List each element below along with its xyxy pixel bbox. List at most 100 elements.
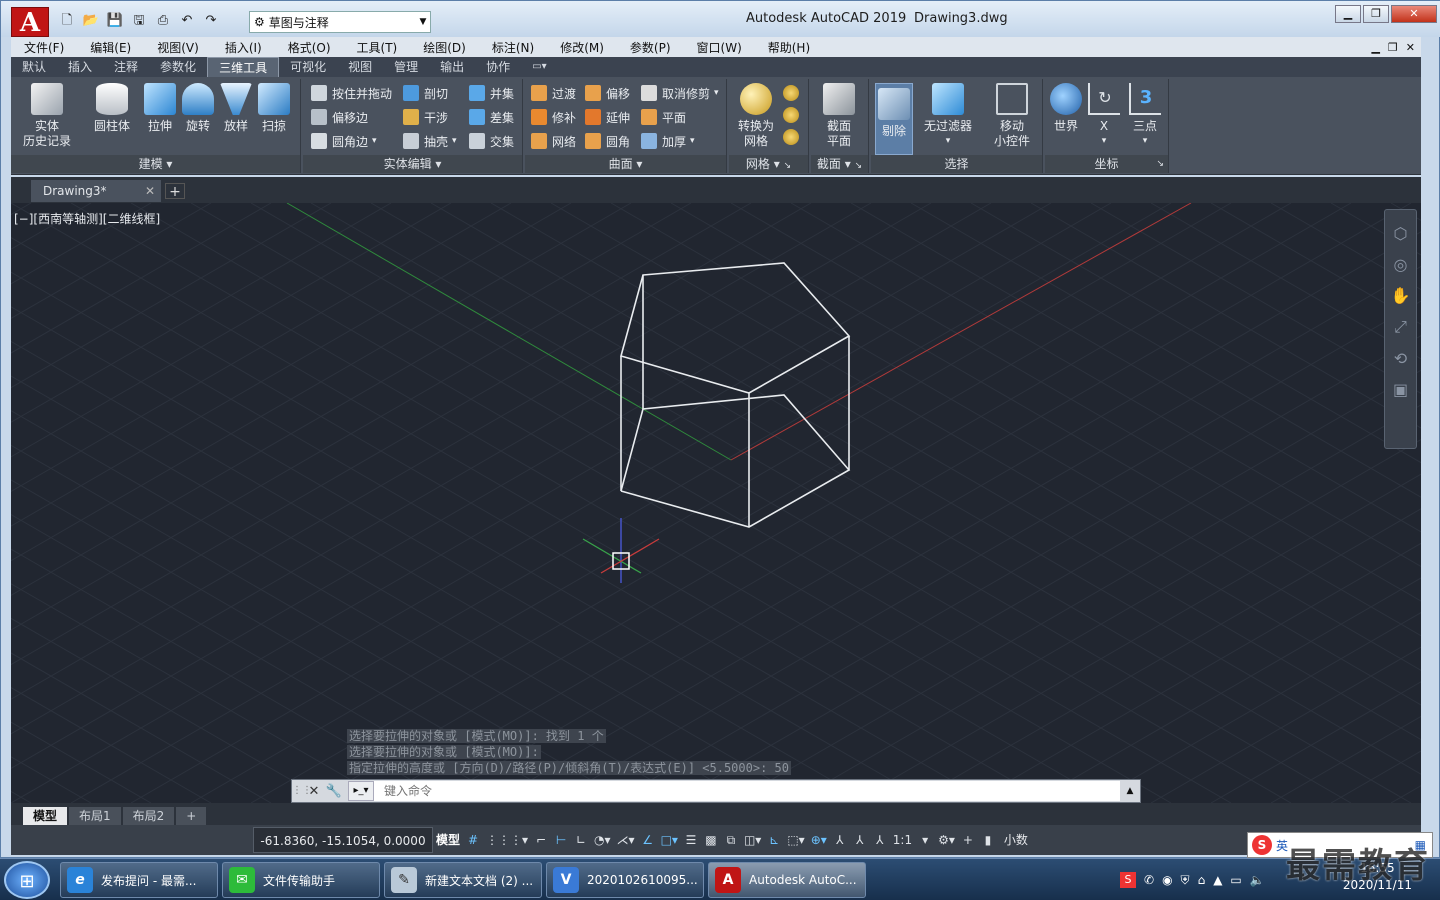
selection-cycling-icon[interactable]: ⧉ [721, 828, 741, 852]
ortho-icon[interactable]: ∟ [571, 828, 591, 852]
loft-button[interactable]: 放样 [215, 83, 257, 134]
network-tray-icon[interactable]: ⌂ [1198, 873, 1206, 887]
subtract-button[interactable]: 差集 [469, 107, 514, 127]
surface-fillet-button[interactable]: 圆角 [585, 131, 630, 151]
ucs-world-button[interactable]: 世界 [1047, 83, 1085, 134]
thicken-button[interactable]: 加厚 ▾ [641, 131, 695, 151]
slice-button[interactable]: 剖切 [403, 83, 448, 103]
tab-default[interactable]: 默认 [11, 57, 57, 77]
wrench-icon[interactable]: 🔧 [324, 784, 344, 799]
convert-to-mesh-button[interactable]: 转换为 网格 [733, 83, 779, 149]
offset-edge-button[interactable]: 偏移边 [311, 107, 368, 127]
menu-insert[interactable]: 插入(I) [212, 39, 275, 56]
nvidia-tray-icon[interactable]: ▲ [1213, 873, 1222, 887]
pan-hand-icon[interactable]: ✋ [1391, 286, 1411, 305]
doc-minimize-icon[interactable]: ▁ [1371, 41, 1379, 54]
annotation-scale-icon[interactable]: ⅄ [870, 828, 890, 852]
doc-close-icon[interactable]: ✕ [1406, 41, 1415, 54]
panel-title-coordinates[interactable]: 坐标 ↘ [1045, 155, 1168, 173]
start-button[interactable]: ⊞ [4, 861, 50, 899]
steering-wheel-icon[interactable]: ◎ [1394, 255, 1408, 274]
close-command-icon[interactable]: ✕ [304, 784, 324, 799]
tab-parametric[interactable]: 参数化 [149, 57, 207, 77]
annotation-visibility-icon[interactable]: ⅄ [830, 828, 850, 852]
security-shield-icon[interactable]: ⛨ [1181, 873, 1190, 888]
units-select[interactable]: 小数 [998, 828, 1088, 852]
gizmo-icon[interactable]: ⊕▾ [808, 828, 830, 852]
3d-object-snap-icon[interactable]: ◫▾ [741, 828, 764, 852]
drag-handle-icon[interactable]: ⋮⋮ [292, 781, 312, 801]
grid-icon[interactable]: # [463, 828, 483, 852]
planar-surface-button[interactable]: 平面 [641, 107, 686, 127]
redo-icon[interactable]: ↷ [201, 11, 221, 31]
sogou-tray-icon[interactable]: S [1120, 872, 1136, 888]
annotation-scale-value[interactable]: 1:1 [890, 828, 915, 852]
workspace-gear-icon[interactable]: ⚙▾ [935, 828, 958, 852]
union-button[interactable]: 并集 [469, 83, 514, 103]
snap-icon[interactable]: ⋮⋮⋮▾ [483, 828, 531, 852]
isodraft-icon[interactable]: ⋌▾ [614, 828, 638, 852]
transparency-icon[interactable]: ▩ [701, 828, 721, 852]
ribbon-options-icon[interactable]: ▭▾ [521, 57, 557, 77]
tab-3d-tools[interactable]: 三维工具 [207, 57, 280, 77]
drawing-viewport[interactable]: [−][西南等轴测][二维线框] ⬡ ◎ ✋ ⤢ ⟲ ▣ 选择要拉伸的对象或 [… [11, 203, 1421, 803]
taskbar-item-autocad[interactable]: A Autodesk AutoC... [708, 862, 866, 898]
dynamic-input-icon[interactable]: ⊢ [551, 828, 571, 852]
viewport-controls-label[interactable]: [−][西南等轴测][二维线框] [14, 210, 160, 227]
weibo-tray-icon[interactable]: ◉ [1162, 873, 1172, 887]
ucs-x-button[interactable]: ↻ X ▾ [1085, 83, 1123, 149]
culling-button[interactable]: 剔除 [875, 83, 913, 155]
extruded-pentagon-solid[interactable] [620, 262, 851, 528]
auto-scale-icon[interactable]: ⅄ [850, 828, 870, 852]
panel-title-section[interactable]: 截面 ▾ ↘ [811, 155, 868, 173]
polar-tracking-icon[interactable]: ◔▾ [591, 828, 614, 852]
chevron-up-icon[interactable]: ▲ [1120, 786, 1140, 796]
no-filter-button[interactable]: 无过滤器 ▾ [921, 83, 975, 149]
taskbar-item-wechat[interactable]: ✉ 文件传输助手 [222, 862, 380, 898]
surface-network-button[interactable]: 网络 [531, 131, 576, 151]
ucs-3point-button[interactable]: 3 三点 ▾ [1125, 83, 1165, 149]
surface-offset-button[interactable]: 偏移 [585, 83, 630, 103]
tab-layout2[interactable]: 布局2 [122, 807, 175, 825]
menu-modify[interactable]: 修改(M) [547, 39, 617, 56]
maximize-button[interactable]: ❐ [1363, 5, 1389, 23]
menu-file[interactable]: 文件(F) [11, 39, 77, 56]
tab-visualize[interactable]: 可视化 [279, 57, 337, 77]
new-tab-button[interactable]: + [165, 183, 185, 200]
model-space-button[interactable]: 模型 [433, 828, 463, 852]
new-file-icon[interactable]: 🗋 [57, 11, 77, 31]
document-tab-drawing3[interactable]: Drawing3* ✕ [31, 180, 161, 202]
menu-help[interactable]: 帮助(H) [755, 39, 823, 56]
tab-output[interactable]: 输出 [429, 57, 475, 77]
wechat-tray-icon[interactable]: ✆ [1144, 873, 1154, 887]
save-as-icon[interactable]: 🖫 [129, 11, 149, 31]
shell-button[interactable]: 抽壳 ▾ [403, 131, 457, 151]
tab-insert[interactable]: 插入 [57, 57, 103, 77]
tab-view[interactable]: 视图 [337, 57, 383, 77]
selection-filter-icon[interactable]: ⬚▾ [784, 828, 807, 852]
taskbar-item-video[interactable]: V 2020102610095... [546, 862, 704, 898]
sogou-ime-icon[interactable]: S [1252, 835, 1272, 855]
menu-draw[interactable]: 绘图(D) [410, 39, 479, 56]
interfere-button[interactable]: 干涉 [403, 107, 448, 127]
annotation-monitor-icon[interactable]: + [958, 828, 978, 852]
untrim-button[interactable]: 取消修剪 ▾ [641, 83, 719, 103]
surface-patch-button[interactable]: 修补 [531, 107, 576, 127]
move-gizmo-button[interactable]: 移动 小控件 [987, 83, 1037, 149]
workspace-select[interactable]: ⚙ 草图与注释 ▼ [249, 11, 431, 33]
menu-edit[interactable]: 编辑(E) [77, 39, 144, 56]
revolve-button[interactable]: 旋转 [177, 83, 219, 134]
object-snap-tracking-icon[interactable]: ∠ [638, 828, 658, 852]
presspull-button[interactable]: 按住并拖动 [311, 83, 392, 103]
surface-blend-button[interactable]: 过渡 [531, 83, 576, 103]
minimize-button[interactable]: ▁ [1335, 5, 1361, 23]
tab-model[interactable]: 模型 [23, 807, 68, 825]
panel-title-surface[interactable]: 曲面 ▾ [525, 155, 726, 173]
viewcube-icon[interactable]: ⬡ [1394, 224, 1408, 243]
doc-restore-icon[interactable]: ❐ [1388, 41, 1398, 54]
solid-history-button[interactable]: 实体 历史记录 [23, 83, 71, 149]
taskbar-item-ie[interactable]: e 发布提问 - 最需... [60, 862, 218, 898]
units-icon[interactable]: ▮ [978, 828, 998, 852]
command-input[interactable] [374, 781, 1120, 801]
cylinder-button[interactable]: 圆柱体 [91, 83, 133, 134]
